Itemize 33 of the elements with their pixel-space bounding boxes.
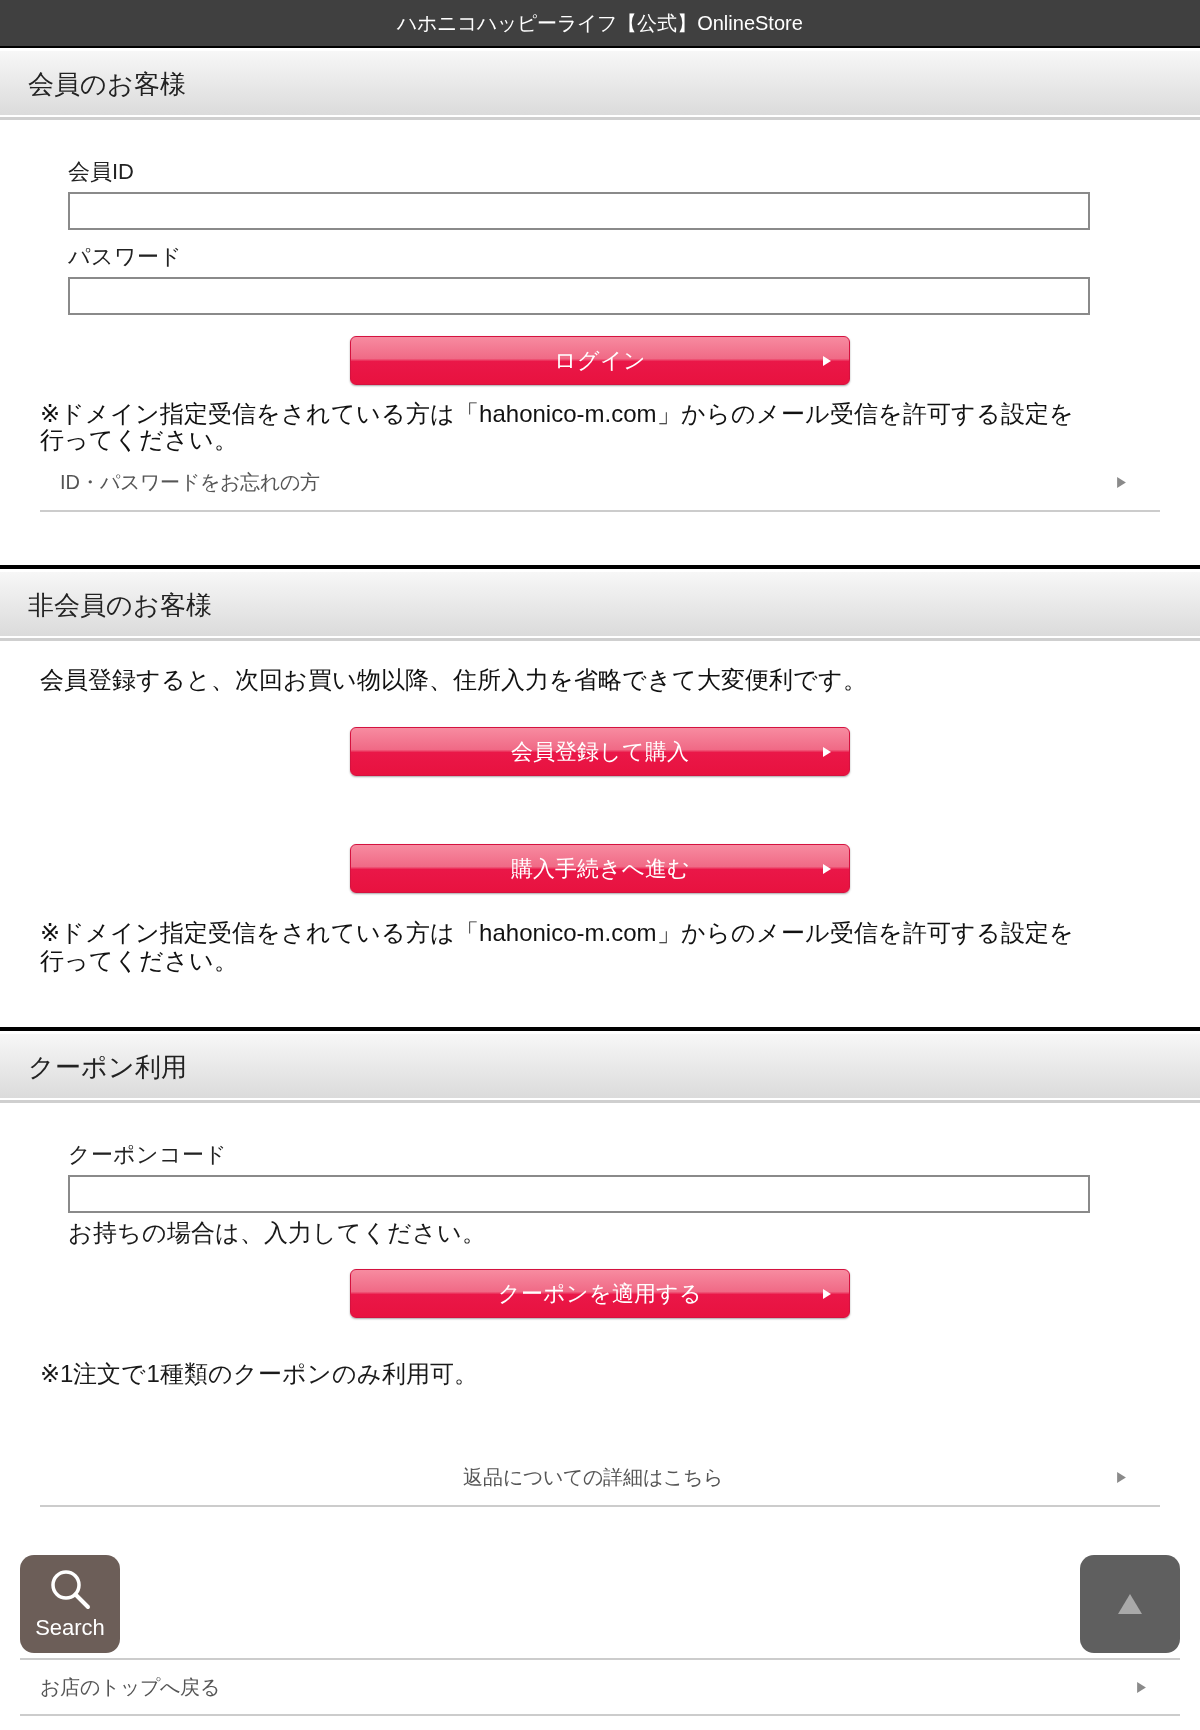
field-label: パスワード <box>68 243 182 271</box>
triangle-up-icon <box>1118 1594 1142 1614</box>
field-label: 会員ID <box>68 158 134 186</box>
triangle-right-icon <box>823 863 831 874</box>
triangle-right-icon <box>1117 1472 1126 1483</box>
triangle-right-icon <box>1117 477 1126 488</box>
register-and-buy-button[interactable]: 会員登録して購入 <box>350 727 850 776</box>
store-title: ハホニコハッピーライフ【公式】OnlineStore <box>397 10 803 36</box>
intro-text: 会員登録すると、次回お買い物以降、住所入力を省略できて大変便利です。 <box>40 665 867 695</box>
store-top-link[interactable]: お店のトップへ戻る <box>20 1658 1180 1716</box>
hint-text: お持ちの場合は、入力してください。 <box>68 1218 486 1248</box>
section-title: 非会員のお客様 <box>28 588 212 622</box>
returns-info-link[interactable]: 返品についての詳細はこちら <box>40 1450 1160 1507</box>
notice-text: ※ドメイン指定受信をされている方は「hahonico-m.com」からのメール受信を許可する設定を行ってください。 <box>40 401 1075 453</box>
proceed-to-checkout-button[interactable]: 購入手続きへ進む <box>350 844 850 893</box>
password-field[interactable] <box>68 277 1090 315</box>
triangle-right-icon <box>823 746 831 757</box>
section-title: クーポン利用 <box>28 1050 187 1084</box>
forgot-password-link[interactable]: ID・パスワードをお忘れの方 <box>40 455 1160 512</box>
field-label: クーポンコード <box>68 1141 227 1169</box>
apply-coupon-button[interactable]: クーポンを適用する <box>350 1269 850 1318</box>
member-id-field[interactable] <box>68 192 1090 230</box>
triangle-right-icon <box>1137 1681 1146 1693</box>
scroll-to-top-button[interactable] <box>1080 1555 1180 1653</box>
search-button[interactable]: Search <box>20 1555 120 1653</box>
triangle-right-icon <box>823 1288 831 1299</box>
section-title: 会員のお客様 <box>28 67 186 101</box>
notice-text: ※1注文で1種類のクーポンのみ利用可。 <box>40 1361 478 1387</box>
triangle-right-icon <box>823 355 831 366</box>
search-icon <box>48 1567 92 1611</box>
coupon-code-field[interactable] <box>68 1175 1090 1213</box>
login-button[interactable]: ログイン <box>350 336 850 385</box>
notice-text: ※ドメイン指定受信をされている方は「hahonico-m.com」からのメール受信を許可する設定を行ってください。 <box>40 919 1075 975</box>
